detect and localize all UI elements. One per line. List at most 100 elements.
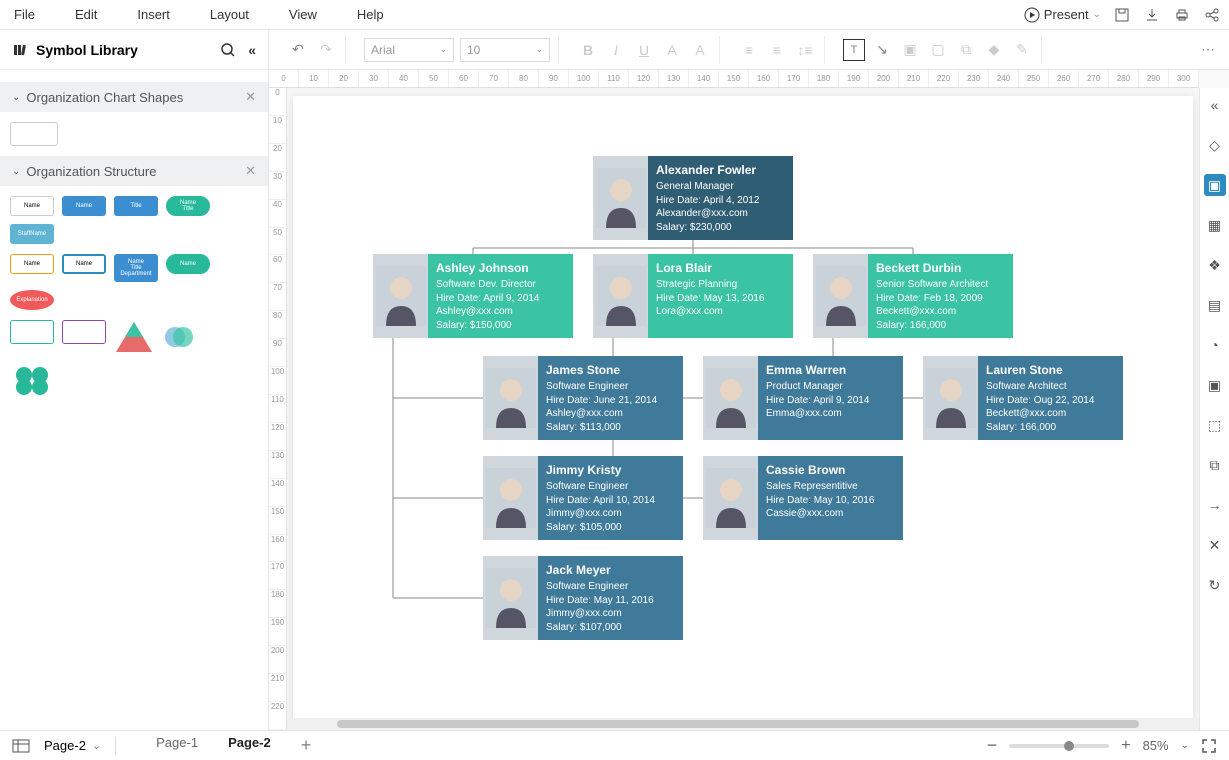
menu-insert[interactable]: Insert — [131, 3, 176, 26]
menu-file[interactable]: File — [8, 3, 41, 26]
horizontal-scrollbar[interactable] — [287, 718, 1199, 730]
page-tab-2[interactable]: Page-2 — [222, 731, 277, 760]
org-node[interactable]: Lauren StoneSoftware ArchitectHire Date:… — [923, 356, 1123, 440]
shape-clover[interactable] — [10, 364, 54, 398]
image-icon[interactable]: ▣ — [1204, 374, 1226, 396]
shape-name-green-pill[interactable]: Name — [166, 254, 210, 274]
layers-icon[interactable]: ❖ — [1204, 254, 1226, 276]
group-icon[interactable]: ⧉ — [955, 39, 977, 61]
more-icon[interactable]: ⋯ — [1197, 39, 1219, 61]
font-color-icon[interactable]: A — [661, 39, 683, 61]
org-node[interactable]: Jimmy KristySoftware EngineerHire Date: … — [483, 456, 683, 540]
shape-table-purple[interactable] — [62, 320, 106, 344]
shape-explanation-oval[interactable]: Explanation — [10, 290, 54, 310]
section-org-structure[interactable]: ⌄Organization Structure ✕ — [0, 156, 268, 186]
node-name: Lora Blair — [656, 260, 785, 276]
shape-name-title-green[interactable]: NameTitle — [166, 196, 210, 216]
theme-icon[interactable]: ◇ — [1204, 134, 1226, 156]
page-canvas[interactable]: Alexander FowlerGeneral ManagerHire Date… — [293, 96, 1193, 730]
fill-icon[interactable]: ◆ — [983, 39, 1005, 61]
shape-name-outline[interactable]: Name — [62, 254, 106, 274]
node-info: Cassie BrownSales RepresentitiveHire Dat… — [758, 456, 903, 540]
highlight-icon[interactable]: A — [689, 39, 711, 61]
text-tool-icon[interactable]: T — [843, 39, 865, 61]
outline-icon[interactable] — [12, 739, 30, 753]
org-node[interactable]: Lora BlairStrategic PlanningHire Date: M… — [593, 254, 793, 338]
sidebar-title: Symbol Library — [36, 42, 138, 58]
collapse-sidebar-icon[interactable]: « — [248, 42, 256, 58]
node-hire: Hire Date: April 9, 2014 — [766, 394, 895, 408]
org-node[interactable]: Alexander FowlerGeneral ManagerHire Date… — [593, 156, 793, 240]
arrange-icon[interactable]: ⬚ — [1204, 414, 1226, 436]
font-size-select[interactable]: 10⌄ — [460, 38, 550, 62]
add-page-button[interactable]: + — [295, 731, 318, 760]
grid-icon[interactable]: ▦ — [1204, 214, 1226, 236]
org-node[interactable]: Beckett DurbinSenior Software ArchitectH… — [813, 254, 1013, 338]
download-icon[interactable] — [1143, 6, 1161, 24]
zoom-slider[interactable] — [1009, 744, 1109, 748]
shape-card-template[interactable] — [10, 122, 58, 146]
link-icon[interactable]: → — [1204, 494, 1226, 516]
arrange-front-icon[interactable]: ▣ — [899, 39, 921, 61]
org-node[interactable]: Emma WarrenProduct ManagerHire Date: Apr… — [703, 356, 903, 440]
redo-icon[interactable]: ↷ — [315, 39, 337, 61]
menu-layout[interactable]: Layout — [204, 3, 255, 26]
menu-help[interactable]: Help — [351, 3, 390, 26]
close-section-icon[interactable]: ✕ — [245, 163, 256, 179]
zoom-out-button[interactable]: − — [987, 735, 998, 756]
node-info: Ashley JohnsonSoftware Dev. DirectorHire… — [428, 254, 573, 338]
italic-icon[interactable]: I — [605, 39, 627, 61]
align-left-icon[interactable]: ≡ — [738, 39, 760, 61]
page-tab-1[interactable]: Page-1 — [150, 731, 204, 760]
org-node[interactable]: Cassie BrownSales RepresentitiveHire Dat… — [703, 456, 903, 540]
canvas[interactable]: Alexander FowlerGeneral ManagerHire Date… — [287, 88, 1199, 730]
zoom-in-button[interactable]: + — [1121, 737, 1130, 755]
shuffle-icon[interactable]: ✕ — [1204, 534, 1226, 556]
shape-pyramid[interactable] — [114, 320, 154, 354]
org-node[interactable]: Jack MeyerSoftware EngineerHire Date: Ma… — [483, 556, 683, 640]
line-spacing-icon[interactable]: ↕≡ — [794, 39, 816, 61]
menu-edit[interactable]: Edit — [69, 3, 103, 26]
history-icon[interactable]: ↻ — [1204, 574, 1226, 596]
close-section-icon[interactable]: ✕ — [245, 89, 256, 105]
org-node[interactable]: James StoneSoftware EngineerHire Date: J… — [483, 356, 683, 440]
page-dropdown[interactable]: Page-2 ⌄ — [44, 738, 101, 753]
menu-view[interactable]: View — [283, 3, 323, 26]
font-select[interactable]: Arial⌄ — [364, 38, 454, 62]
expand-right-panel-icon[interactable]: « — [1204, 94, 1226, 116]
shape-name-orange[interactable]: Name — [10, 254, 54, 274]
shape-venn[interactable] — [162, 320, 196, 354]
org-node[interactable]: Ashley JohnsonSoftware Dev. DirectorHire… — [373, 254, 573, 338]
shape-table-green[interactable] — [10, 320, 54, 344]
connector-icon[interactable]: ↘ — [871, 39, 893, 61]
share-icon[interactable] — [1203, 6, 1221, 24]
save-icon[interactable] — [1113, 6, 1131, 24]
comment-icon[interactable]: ▤ — [1204, 294, 1226, 316]
node-info: Jimmy KristySoftware EngineerHire Date: … — [538, 456, 683, 540]
shape-staffname[interactable]: StaffName — [10, 224, 54, 244]
data-icon[interactable]: ◔ — [1204, 334, 1226, 356]
print-icon[interactable] — [1173, 6, 1191, 24]
shape-name-blue[interactable]: Name — [62, 196, 106, 216]
section-org-shapes[interactable]: ⌄Organization Chart Shapes ✕ — [0, 82, 268, 112]
align-vertical-icon[interactable]: ≡ — [766, 39, 788, 61]
shape-name-box[interactable]: Name — [10, 196, 54, 216]
fullscreen-icon[interactable] — [1201, 738, 1217, 754]
node-salary: Salary: $113,000 — [546, 421, 675, 435]
style-icon[interactable]: ▣ — [1204, 174, 1226, 196]
present-button[interactable]: Present ⌄ — [1024, 7, 1101, 23]
ruler-horizontal: 0102030405060708090100110120130140150160… — [269, 70, 1199, 88]
search-icon[interactable] — [220, 42, 236, 58]
duplicate-icon[interactable]: ⧉ — [1204, 454, 1226, 476]
underline-icon[interactable]: U — [633, 39, 655, 61]
arrange-back-icon[interactable]: ▢ — [927, 39, 949, 61]
shape-dept-blue[interactable]: NameTitleDepartment — [114, 254, 158, 282]
node-name: Cassie Brown — [766, 462, 895, 478]
node-hire: Hire Date: April 9, 2014 — [436, 292, 565, 306]
shape-title-blue[interactable]: Title — [114, 196, 158, 216]
line-style-icon[interactable]: ✎ — [1011, 39, 1033, 61]
bold-icon[interactable]: B — [577, 39, 599, 61]
node-hire: Hire Date: May 10, 2016 — [766, 494, 895, 508]
undo-icon[interactable]: ↶ — [287, 39, 309, 61]
node-name: Lauren Stone — [986, 362, 1115, 378]
